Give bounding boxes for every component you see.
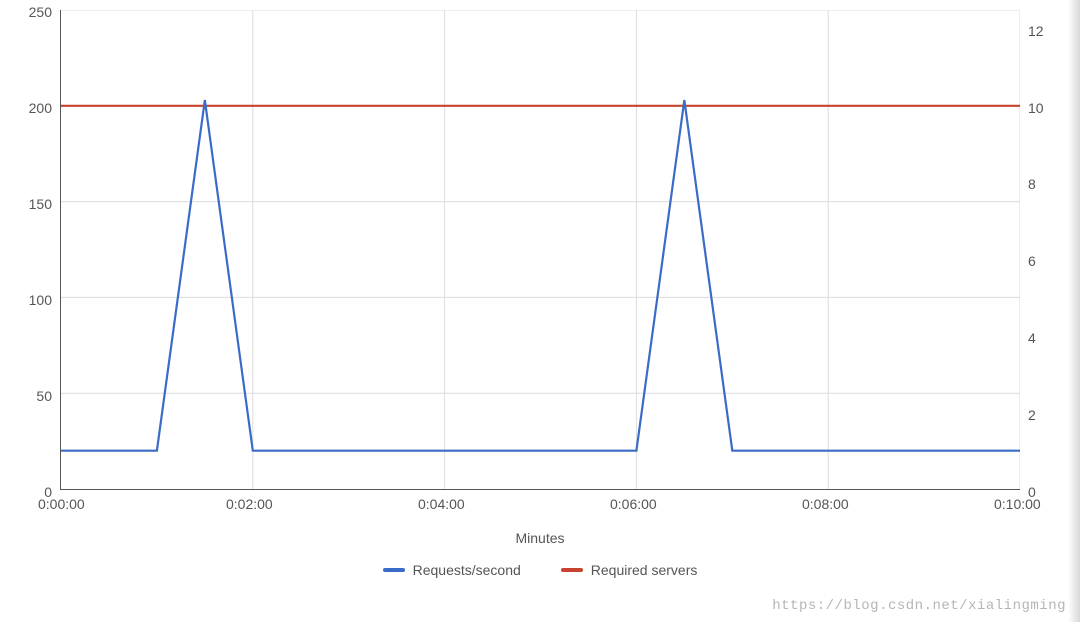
y-right-tick: 12 — [1028, 23, 1044, 39]
y-right-tick: 10 — [1028, 100, 1044, 116]
y-right-tick: 8 — [1028, 176, 1036, 192]
legend: Requests/second Required servers — [0, 562, 1080, 578]
y-left-tick: 200 — [0, 100, 52, 116]
watermark-text: https://blog.csdn.net/xialingming — [772, 598, 1066, 614]
y-right-tick: 4 — [1028, 330, 1036, 346]
legend-label: Required servers — [591, 562, 698, 578]
legend-item-servers: Required servers — [561, 562, 698, 578]
series-requests-per-second — [61, 100, 1020, 451]
legend-item-requests: Requests/second — [383, 562, 521, 578]
chart-container: 0 50 100 150 200 250 0 2 4 6 8 10 12 0:0… — [0, 0, 1080, 622]
x-tick: 0:08:00 — [802, 496, 849, 512]
y-left-tick: 100 — [0, 292, 52, 308]
legend-label: Requests/second — [413, 562, 521, 578]
plot-area — [60, 10, 1020, 490]
y-right-tick: 6 — [1028, 253, 1036, 269]
x-tick: 0:10:00 — [994, 496, 1041, 512]
y-left-tick: 150 — [0, 196, 52, 212]
x-axis-label: Minutes — [0, 530, 1080, 546]
y-left-tick: 250 — [0, 4, 52, 20]
legend-swatch-requests-icon — [383, 568, 405, 572]
right-edge-shadow — [1068, 0, 1080, 622]
x-tick: 0:04:00 — [418, 496, 465, 512]
plot-svg — [61, 10, 1020, 489]
legend-swatch-servers-icon — [561, 568, 583, 572]
x-tick: 0:00:00 — [38, 496, 85, 512]
x-tick: 0:06:00 — [610, 496, 657, 512]
y-left-tick: 50 — [0, 388, 52, 404]
y-right-tick: 2 — [1028, 407, 1036, 423]
x-tick: 0:02:00 — [226, 496, 273, 512]
